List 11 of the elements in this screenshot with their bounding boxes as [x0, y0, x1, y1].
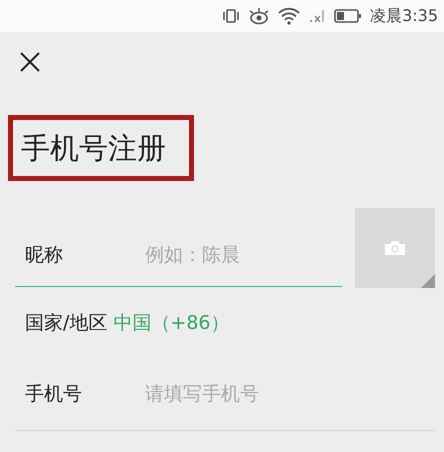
nickname-input[interactable]: 例如：陈晨: [143, 243, 342, 267]
field-label: 国家/地区: [24, 311, 108, 336]
country-selector[interactable]: 国家/地区 中国（+86）: [15, 288, 435, 358]
field-label: 手机号: [24, 382, 83, 407]
phone-input[interactable]: 请填写手机号: [143, 382, 435, 406]
page-title: 手机号注册: [21, 130, 167, 167]
nickname-field[interactable]: 昵称 例如：陈晨: [15, 208, 342, 287]
clock: 凌晨3:35: [370, 6, 438, 26]
field-label: 昵称: [24, 243, 64, 268]
country-value: 中国（+86）: [113, 311, 230, 336]
phone-field[interactable]: 手机号 请填写手机号: [15, 358, 435, 431]
